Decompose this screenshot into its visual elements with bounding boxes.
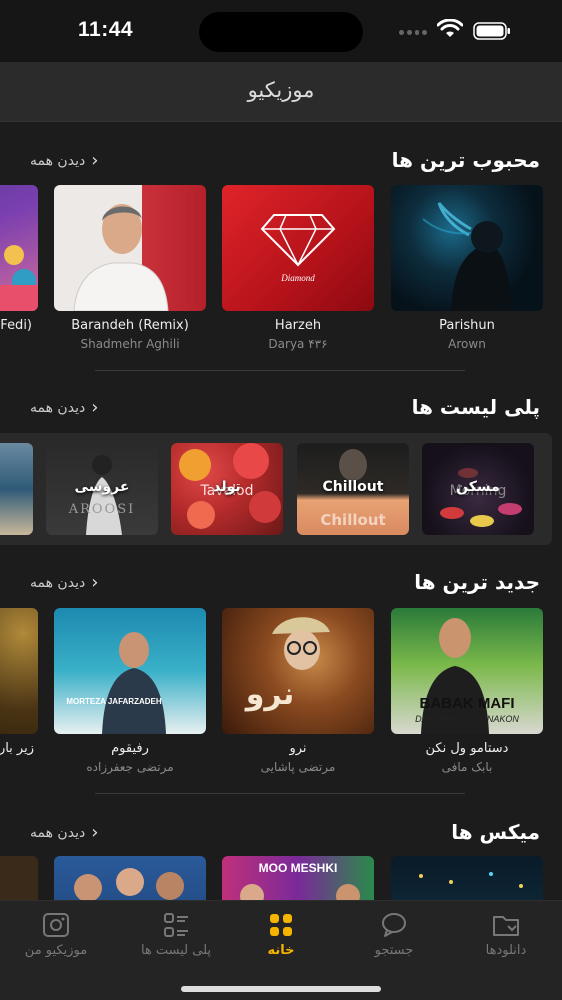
album-cover bbox=[54, 185, 206, 311]
cover-text: BABAK MAFI bbox=[420, 695, 515, 712]
cover-text: نرو bbox=[244, 677, 295, 712]
album-cover: BABAK MAFI DASTAAMO VEL NAKON bbox=[391, 608, 543, 734]
track-title: رفیقوم bbox=[111, 741, 149, 756]
playlist-card[interactable]: AROOSI عروسی bbox=[46, 443, 158, 535]
playlist-card[interactable]: Morning مسکن bbox=[422, 443, 534, 535]
page-title: موزیکیو bbox=[247, 78, 315, 102]
playlist-card[interactable]: Tavalod تولد bbox=[171, 443, 283, 535]
track-artist: مرتضی پاشایی bbox=[260, 760, 336, 774]
city-lights-art bbox=[419, 872, 523, 888]
tab-bar: دانلودها جستجو خانه پلی لیست ها موزیکیو … bbox=[0, 900, 562, 1000]
status-bar: 11:44 bbox=[0, 0, 562, 62]
album-cover bbox=[391, 185, 543, 311]
see-all-playlists-button[interactable]: ‹ دیدن همه bbox=[30, 399, 98, 417]
track-title: Parishun bbox=[439, 318, 495, 333]
track-artist: Darya ۴۳۶ bbox=[268, 337, 328, 351]
home-indicator[interactable] bbox=[181, 986, 381, 992]
babak-mafi-art: BABAK MAFI DASTAAMO VEL NAKON bbox=[415, 618, 519, 734]
cover-text: MORTEZA JAFARZADEH bbox=[66, 697, 161, 706]
see-all-newest-button[interactable]: ‹ دیدن همه bbox=[30, 574, 98, 592]
cover-subtext: DASTAAMO VEL NAKON bbox=[415, 714, 519, 724]
list-icon bbox=[164, 913, 188, 937]
playlist-label: عروسی bbox=[74, 479, 130, 495]
album-cover: MORTEZA JAFARZADEH bbox=[54, 608, 206, 734]
track-title: Fedi) bbox=[0, 318, 32, 333]
diamond-art: Diamond bbox=[260, 214, 336, 283]
album-cover: نرو bbox=[222, 608, 374, 734]
section-title-newest: جدید ترین ها bbox=[414, 570, 540, 594]
battery-icon bbox=[473, 22, 510, 40]
playlist-card[interactable]: Chillout Chillout bbox=[297, 443, 409, 535]
playlists-carousel[interactable]: Morning مسکن Chillout Chillout Tavalod ت… bbox=[0, 433, 552, 545]
tab-label: پلی لیست ها bbox=[140, 943, 212, 958]
playlist-label: مسکن bbox=[456, 479, 500, 495]
tab-search[interactable]: جستجو bbox=[338, 909, 450, 969]
home-feed[interactable]: محبوب ترین ها ‹ دیدن همه Parishun Arown … bbox=[0, 122, 562, 900]
tab-playlists[interactable]: پلی لیست ها bbox=[120, 909, 232, 969]
profile-icon bbox=[43, 913, 69, 937]
album-cover: MOO MESHKI bbox=[222, 856, 374, 900]
playlist-label: Chillout bbox=[322, 479, 384, 495]
folder-icon bbox=[493, 916, 519, 936]
cover-text: AROOSI bbox=[68, 502, 136, 517]
chevron-left-icon: ‹ bbox=[91, 572, 99, 593]
cover-text: Chillout bbox=[320, 511, 385, 529]
section-title-popular: محبوب ترین ها bbox=[391, 148, 540, 172]
mixes-section-header: میکس ها ‹ دیدن همه bbox=[0, 814, 562, 854]
tab-my-musicyo[interactable]: موزیکیو من bbox=[0, 909, 112, 969]
cellular-signal-icon bbox=[399, 30, 427, 36]
tab-label: خانه bbox=[267, 943, 295, 958]
album-cover bbox=[391, 856, 543, 900]
album-cover bbox=[0, 856, 38, 900]
section-title-playlists: پلی لیست ها bbox=[411, 395, 540, 419]
section-title-mixes: میکس ها bbox=[451, 820, 540, 844]
chevron-left-icon: ‹ bbox=[91, 150, 99, 171]
tab-home[interactable]: خانه bbox=[225, 909, 337, 969]
wifi-icon bbox=[437, 19, 463, 37]
album-cover bbox=[0, 608, 38, 734]
chevron-left-icon: ‹ bbox=[91, 822, 99, 843]
tab-label: جستجو bbox=[374, 943, 414, 958]
moo-meshki-art: MOO MESHKI bbox=[240, 861, 360, 900]
tab-label: دانلودها bbox=[485, 943, 527, 958]
track-artist: Shadmehr Aghili bbox=[80, 337, 180, 351]
playlists-section-header: پلی لیست ها ‹ دیدن همه bbox=[0, 389, 562, 429]
chevron-left-icon: ‹ bbox=[91, 397, 99, 418]
tab-downloads[interactable]: دانلودها bbox=[450, 909, 562, 969]
tab-label: موزیکیو من bbox=[24, 943, 88, 958]
track-artist: Arown bbox=[448, 337, 486, 351]
track-title: دستامو ول نکن bbox=[425, 741, 509, 756]
track-title: زیر بار bbox=[0, 741, 34, 756]
playlist-card[interactable] bbox=[0, 443, 33, 535]
svg-text:Diamond: Diamond bbox=[280, 273, 315, 283]
portrait-art bbox=[73, 204, 169, 311]
popular-section-header: محبوب ترین ها ‹ دیدن همه bbox=[0, 142, 562, 182]
artists-mix-art bbox=[74, 868, 184, 900]
album-cover bbox=[54, 856, 206, 900]
album-cover: Diamond bbox=[222, 185, 374, 311]
newest-section-header: جدید ترین ها ‹ دیدن همه bbox=[0, 564, 562, 604]
chat-search-icon bbox=[382, 913, 406, 937]
track-artist: بابک مافی bbox=[441, 760, 493, 774]
grid-home-icon bbox=[270, 914, 292, 936]
see-all-popular-button[interactable]: ‹ دیدن همه bbox=[30, 152, 98, 170]
track-title: نرو bbox=[289, 741, 307, 756]
album-cover bbox=[0, 185, 38, 311]
status-time: 11:44 bbox=[78, 18, 134, 41]
see-all-mixes-button[interactable]: ‹ دیدن همه bbox=[30, 824, 98, 842]
section-divider bbox=[95, 793, 465, 794]
cover-text: MOO MESHKI bbox=[259, 861, 338, 875]
section-divider bbox=[95, 370, 465, 371]
smoke-figure-art bbox=[422, 202, 511, 311]
party-art bbox=[0, 245, 38, 311]
playlist-label: تولد bbox=[213, 479, 241, 495]
track-title: Harzeh bbox=[274, 318, 322, 333]
track-title: Barandeh (Remix) bbox=[71, 318, 189, 333]
dynamic-island bbox=[199, 12, 363, 52]
nav-bar: موزیکیو bbox=[0, 62, 562, 122]
pashaei-art: نرو bbox=[244, 617, 330, 712]
track-artist: مرتضی جعفرزاده bbox=[86, 760, 174, 774]
jafarzadeh-art: MORTEZA JAFARZADEH bbox=[66, 632, 166, 734]
